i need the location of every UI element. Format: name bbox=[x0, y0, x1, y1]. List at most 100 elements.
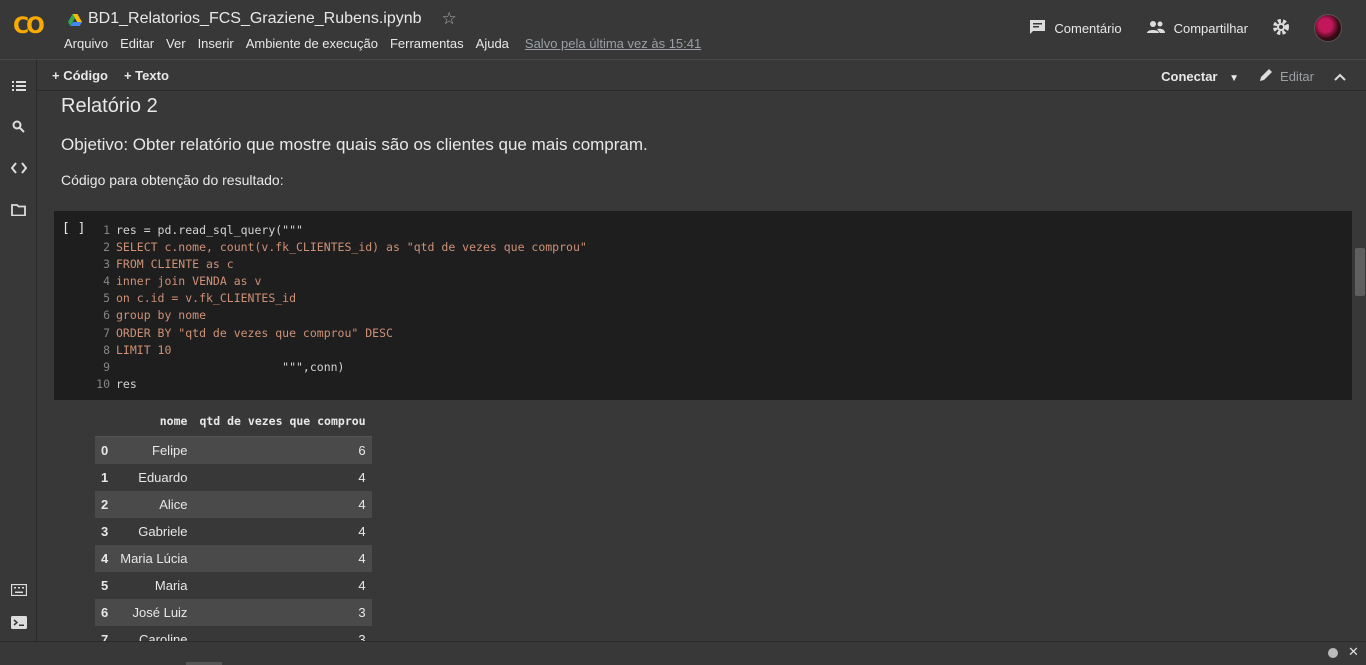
code-editor[interactable]: 1 res = pd.read_sql_query(""" 2 SELECT c.no… bbox=[84, 222, 587, 393]
connect-label: Conectar bbox=[1161, 68, 1218, 84]
cell-nome: Maria bbox=[154, 577, 188, 593]
menu-ajuda[interactable]: Ajuda bbox=[476, 36, 509, 51]
add-text-button[interactable]: + Texto bbox=[124, 68, 169, 83]
connect-button[interactable]: Conectar ▼ bbox=[1161, 69, 1239, 84]
edit-label: Editar bbox=[1280, 68, 1314, 84]
code-line[interactable]: 5 on c.id = v.fk_CLIENTES_id bbox=[84, 290, 587, 307]
menu-ambiente[interactable]: Ambiente de execução bbox=[246, 36, 378, 51]
code-text[interactable]: res bbox=[116, 376, 137, 393]
code-line[interactable]: 3 FROM CLIENTE as c bbox=[84, 256, 587, 273]
objective-text: Objetivo: Obter relatório que mostre qua… bbox=[61, 135, 648, 154]
code-line[interactable]: 4 inner join VENDA as v bbox=[84, 273, 587, 290]
cell-qtd: 3 bbox=[358, 631, 366, 642]
table-row: 3 Gabriele 4 bbox=[95, 518, 372, 545]
status-bar: ✕ bbox=[0, 641, 1366, 665]
code-snippets-icon[interactable] bbox=[10, 161, 27, 178]
line-number: 1 bbox=[103, 223, 110, 237]
saved-status-link[interactable]: Salvo pela última vez às 15:41 bbox=[525, 36, 701, 51]
row-index: 7 bbox=[101, 631, 109, 642]
cell-nome: Maria Lúcia bbox=[114, 544, 194, 572]
code-line[interactable]: 10 res bbox=[84, 376, 587, 393]
cell-qtd: 4 bbox=[358, 577, 366, 593]
code-line[interactable]: 7 ORDER BY "qtd de vezes que comprou" DES… bbox=[84, 325, 587, 342]
code-text[interactable]: FROM CLIENTE as c bbox=[116, 256, 234, 273]
cell-nome: José Luiz bbox=[114, 598, 194, 626]
colab-logo[interactable]: CO bbox=[13, 14, 45, 39]
row-index: 3 bbox=[101, 523, 109, 539]
folder-icon[interactable] bbox=[10, 203, 27, 220]
column-header-index bbox=[95, 410, 115, 437]
row-index: 5 bbox=[101, 577, 109, 593]
code-line[interactable]: 1 res = pd.read_sql_query(""" bbox=[84, 222, 587, 239]
comment-label: Comentário bbox=[1054, 20, 1122, 36]
cell-qtd: 4 bbox=[358, 469, 366, 485]
cell-qtd: 4 bbox=[358, 523, 366, 539]
line-number: 5 bbox=[103, 291, 110, 306]
line-number: 10 bbox=[96, 376, 110, 391]
code-line[interactable]: 9 """,conn) bbox=[84, 359, 587, 376]
notebook-title[interactable]: BD1_Relatorios_FCS_Graziene_Rubens.ipynb bbox=[88, 10, 422, 28]
star-icon[interactable]: ☆ bbox=[442, 9, 457, 29]
cell-nome: Alice bbox=[114, 490, 194, 518]
add-code-button[interactable]: + Código bbox=[52, 68, 108, 83]
edit-button[interactable]: Editar bbox=[1259, 67, 1314, 85]
title-row: BD1_Relatorios_FCS_Graziene_Rubens.ipynb… bbox=[68, 9, 457, 29]
scrollbar-thumb[interactable] bbox=[1355, 248, 1365, 296]
code-line[interactable]: 6 group by nome bbox=[84, 307, 587, 324]
row-index: 2 bbox=[95, 490, 115, 518]
cell-nome: Eduardo bbox=[138, 469, 188, 485]
column-header-qtd: qtd de vezes que comprou bbox=[193, 410, 372, 437]
toolbar-left: + Código + Texto bbox=[52, 68, 169, 83]
line-number: 4 bbox=[103, 274, 110, 289]
code-text[interactable]: on c.id = v.fk_CLIENTES_id bbox=[116, 290, 296, 307]
column-header-nome: nome bbox=[114, 410, 194, 437]
code-text[interactable]: group by nome bbox=[116, 307, 206, 324]
code-text[interactable]: SELECT c.nome, count(v.fk_CLIENTES_id) a… bbox=[116, 239, 587, 256]
cell-nome: Caroline bbox=[139, 631, 188, 642]
code-text[interactable]: inner join VENDA as v bbox=[116, 273, 261, 290]
toc-icon[interactable] bbox=[10, 79, 27, 96]
avatar[interactable] bbox=[1314, 14, 1342, 42]
code-text[interactable]: ORDER BY "qtd de vezes que comprou" DESC bbox=[116, 325, 393, 342]
code-text[interactable]: res = pd.read_sql_query(""" bbox=[116, 222, 303, 239]
code-line[interactable]: 2 SELECT c.nome, count(v.fk_CLIENTES_id) … bbox=[84, 239, 587, 256]
notebook-content: Relatório 2 Objetivo: Obter relatório qu… bbox=[37, 91, 1354, 641]
menu-arquivo[interactable]: Arquivo bbox=[64, 36, 108, 51]
menu-ver[interactable]: Ver bbox=[166, 36, 186, 51]
code-cell[interactable]: [ ] 1 res = pd.read_sql_query(""" 2 SELECT … bbox=[54, 211, 1352, 400]
chevron-down-icon: ▼ bbox=[1229, 72, 1240, 84]
code-line[interactable]: 8 LIMIT 10 bbox=[84, 342, 587, 359]
settings-icon[interactable] bbox=[1272, 18, 1290, 39]
table-row: 7 Caroline 3 bbox=[95, 626, 372, 642]
terminal-icon[interactable] bbox=[10, 616, 27, 633]
share-icon bbox=[1146, 20, 1166, 37]
share-button[interactable]: Compartilhar bbox=[1146, 20, 1248, 37]
cell-qtd: 3 bbox=[193, 598, 372, 626]
section-heading: Relatório 2 bbox=[61, 95, 158, 117]
status-dot-icon bbox=[1328, 648, 1338, 658]
toolbar-right: Conectar ▼ Editar bbox=[1161, 67, 1346, 85]
comment-button[interactable]: Comentário bbox=[1029, 19, 1122, 38]
table-header-row: nome qtd de vezes que comprou bbox=[95, 410, 372, 437]
row-index: 6 bbox=[95, 598, 115, 626]
row-index: 1 bbox=[101, 469, 109, 485]
menu-inserir[interactable]: Inserir bbox=[198, 36, 234, 51]
line-number: 6 bbox=[103, 308, 110, 323]
drive-icon[interactable] bbox=[68, 13, 82, 26]
chevron-up-icon[interactable] bbox=[1334, 69, 1346, 84]
vertical-scrollbar[interactable] bbox=[1354, 91, 1366, 641]
row-index: 4 bbox=[95, 544, 115, 572]
command-palette-icon[interactable] bbox=[10, 583, 27, 600]
menu-editar[interactable]: Editar bbox=[120, 36, 154, 51]
code-text[interactable]: """,conn) bbox=[116, 359, 344, 376]
table-row: 5 Maria 4 bbox=[95, 572, 372, 599]
search-icon[interactable] bbox=[10, 120, 27, 137]
run-cell-button[interactable]: [ ] bbox=[62, 221, 85, 236]
table-row: 1 Eduardo 4 bbox=[95, 464, 372, 491]
left-sidebar bbox=[0, 59, 37, 641]
code-text[interactable]: LIMIT 10 bbox=[116, 342, 171, 359]
cell-qtd: 4 bbox=[193, 490, 372, 518]
menu-ferramentas[interactable]: Ferramentas bbox=[390, 36, 464, 51]
cell-qtd: 6 bbox=[193, 436, 372, 464]
close-icon[interactable]: ✕ bbox=[1348, 644, 1359, 660]
